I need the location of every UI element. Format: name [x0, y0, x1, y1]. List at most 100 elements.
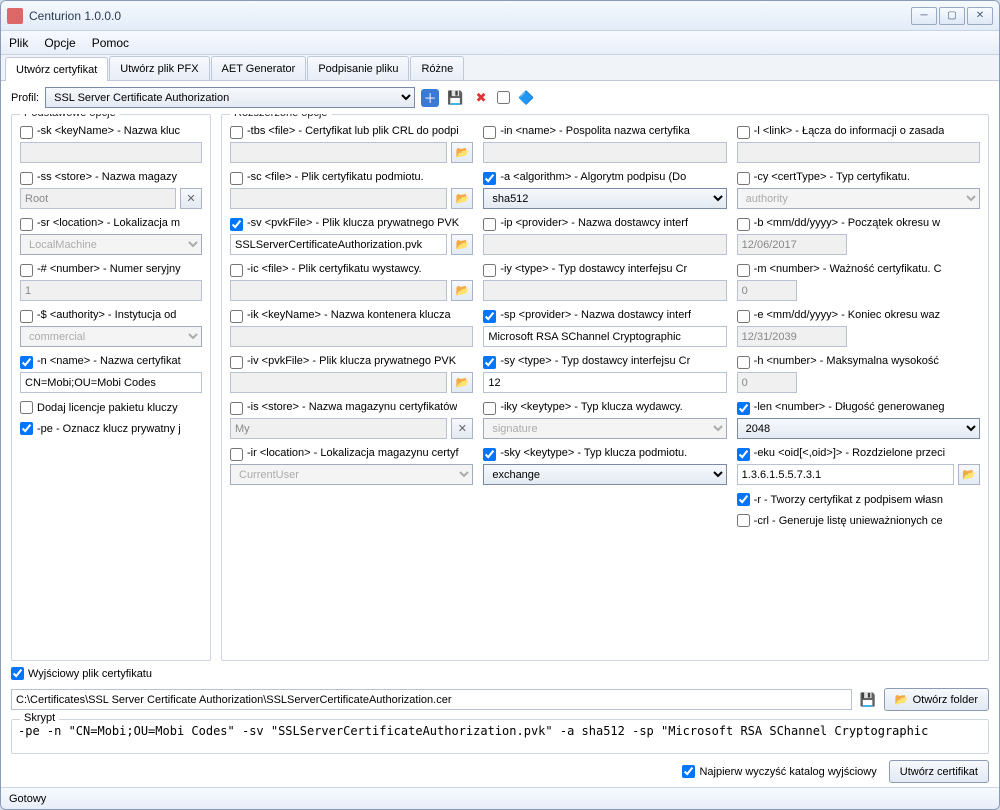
btn-ss-clear[interactable]	[180, 188, 202, 209]
inp-sy[interactable]	[483, 372, 726, 393]
chk-sp[interactable]	[483, 310, 496, 323]
inp-ss[interactable]	[20, 188, 176, 209]
help-icon[interactable]: 🔷	[516, 88, 536, 108]
chk-dodaj[interactable]	[20, 401, 33, 414]
inp-ip[interactable]	[483, 234, 726, 255]
chk-auth[interactable]	[20, 310, 33, 323]
btn-eku-browse[interactable]	[958, 464, 980, 485]
lbl-sv: -sv <pvkFile> - Plik klucza prywatnego P…	[247, 217, 459, 229]
chk-num[interactable]	[20, 264, 33, 277]
save-profile-icon[interactable]: 💾	[445, 88, 465, 108]
inp-ik[interactable]	[230, 326, 473, 347]
inp-iv[interactable]	[230, 372, 447, 393]
chk-b[interactable]	[737, 218, 750, 231]
inp-h[interactable]	[737, 372, 797, 393]
minimize-button[interactable]: ─	[911, 7, 937, 25]
chk-sc[interactable]	[230, 172, 243, 185]
save-output-icon[interactable]: 💾	[858, 690, 878, 710]
sel-sky[interactable]: exchange	[483, 464, 726, 485]
lbl-iv: -iv <pvkFile> - Plik klucza prywatnego P…	[247, 355, 456, 367]
sel-cy[interactable]: authority	[737, 188, 980, 209]
chk-in[interactable]	[483, 126, 496, 139]
chk-sk[interactable]	[20, 126, 33, 139]
btn-ic-browse[interactable]	[451, 280, 473, 301]
sel-sr[interactable]: LocalMachine	[20, 234, 202, 255]
chk-len[interactable]	[737, 402, 750, 415]
inp-sv[interactable]	[230, 234, 447, 255]
chk-iv[interactable]	[230, 356, 243, 369]
inp-sk[interactable]	[20, 142, 202, 163]
chk-ir[interactable]	[230, 448, 243, 461]
chk-a[interactable]	[483, 172, 496, 185]
menu-opcje[interactable]: Opcje	[44, 36, 75, 50]
chk-r[interactable]	[737, 493, 750, 506]
script-textarea[interactable]: -pe -n "CN=Mobi;OU=Mobi Codes" -sv "SSLS…	[14, 722, 986, 748]
inp-m[interactable]	[737, 280, 797, 301]
chk-pe[interactable]	[20, 422, 33, 435]
ext-group-label: Rozszerzone opcje	[230, 114, 332, 119]
btn-sc-browse[interactable]	[451, 188, 473, 209]
menu-plik[interactable]: Plik	[9, 36, 28, 50]
chk-ss[interactable]	[20, 172, 33, 185]
lbl-ik: -ik <keyName> - Nazwa kontenera klucza	[247, 309, 451, 321]
btn-open-folder[interactable]: 📂 Otwórz folder	[884, 688, 989, 711]
chk-ip[interactable]	[483, 218, 496, 231]
inp-num[interactable]	[20, 280, 202, 301]
sel-a[interactable]: sha512	[483, 188, 726, 209]
sel-len[interactable]: 2048	[737, 418, 980, 439]
chk-clear-dir[interactable]	[682, 765, 695, 778]
inp-e[interactable]	[737, 326, 847, 347]
maximize-button[interactable]: ▢	[939, 7, 965, 25]
inp-l[interactable]	[737, 142, 980, 163]
chk-sky[interactable]	[483, 448, 496, 461]
inp-b[interactable]	[737, 234, 847, 255]
chk-m[interactable]	[737, 264, 750, 277]
chk-n[interactable]	[20, 356, 33, 369]
tab-aet-generator[interactable]: AET Generator	[211, 56, 307, 80]
tab-podpisanie[interactable]: Podpisanie pliku	[307, 56, 409, 80]
chk-tbs[interactable]	[230, 126, 243, 139]
inp-iy[interactable]	[483, 280, 726, 301]
profile-select[interactable]: SSL Server Certificate Authorization	[45, 87, 415, 108]
btn-is-clear[interactable]	[451, 418, 473, 439]
tab-utworz-pfx[interactable]: Utwórz plik PFX	[109, 56, 209, 80]
chk-sv[interactable]	[230, 218, 243, 231]
chk-ik[interactable]	[230, 310, 243, 323]
sel-auth[interactable]: commercial	[20, 326, 202, 347]
inp-is[interactable]	[230, 418, 447, 439]
chk-h[interactable]	[737, 356, 750, 369]
inp-in[interactable]	[483, 142, 726, 163]
inp-tbs[interactable]	[230, 142, 447, 163]
chk-iy[interactable]	[483, 264, 496, 277]
chk-crl[interactable]	[737, 514, 750, 527]
menu-pomoc[interactable]: Pomoc	[92, 36, 129, 50]
add-profile-icon[interactable]: ＋	[421, 89, 439, 107]
chk-is[interactable]	[230, 402, 243, 415]
chk-sy[interactable]	[483, 356, 496, 369]
sel-ir[interactable]: CurrentUser	[230, 464, 473, 485]
delete-profile-icon[interactable]: ✖	[471, 88, 491, 108]
sel-iky[interactable]: signature	[483, 418, 726, 439]
inp-output-path[interactable]	[11, 689, 852, 710]
chk-cy[interactable]	[737, 172, 750, 185]
btn-iv-browse[interactable]	[451, 372, 473, 393]
chk-l[interactable]	[737, 126, 750, 139]
chk-eku[interactable]	[737, 448, 750, 461]
tab-utworz-certyfikat[interactable]: Utwórz certyfikat	[5, 57, 108, 81]
inp-ic[interactable]	[230, 280, 447, 301]
tab-rozne[interactable]: Różne	[410, 56, 464, 80]
chk-sr[interactable]	[20, 218, 33, 231]
chk-e[interactable]	[737, 310, 750, 323]
chk-output[interactable]	[11, 667, 24, 680]
inp-n[interactable]	[20, 372, 202, 393]
close-button[interactable]: ✕	[967, 7, 993, 25]
chk-ic[interactable]	[230, 264, 243, 277]
inp-eku[interactable]	[737, 464, 954, 485]
chk-iky[interactable]	[483, 402, 496, 415]
btn-sv-browse[interactable]	[451, 234, 473, 255]
btn-tbs-browse[interactable]	[451, 142, 473, 163]
inp-sc[interactable]	[230, 188, 447, 209]
btn-create-cert[interactable]: Utwórz certifikat	[889, 760, 989, 783]
profile-checkbox[interactable]	[497, 91, 510, 104]
inp-sp[interactable]	[483, 326, 726, 347]
